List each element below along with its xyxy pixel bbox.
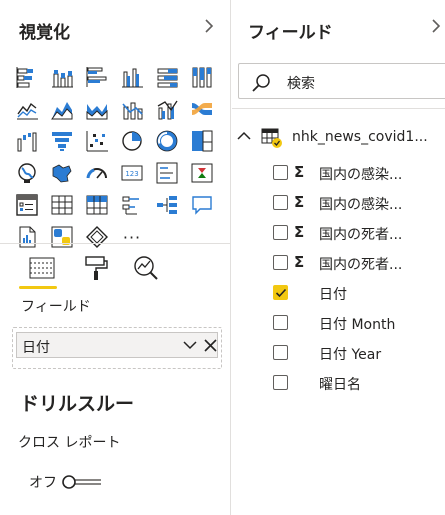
slicer-icon[interactable] — [15, 193, 39, 217]
field-label: 日付 — [319, 287, 347, 303]
kpi-icon[interactable] — [190, 161, 214, 185]
visualizations-pane: 視覚化 123 ··· フィールド 日付 ドリルスルー クロス レポート オフ — [0, 0, 231, 515]
sigma-icon: Σ — [294, 223, 305, 241]
fields-pane: フィールド 検索 nhk_news_covid1... Σ 国内の感染... Σ 国内… — [232, 0, 445, 515]
field-label: 国内の死者... — [319, 227, 403, 243]
pane-tabs — [15, 252, 215, 290]
cross-report-label: クロス レポート — [18, 435, 121, 451]
search-icon — [252, 74, 270, 92]
card-icon[interactable]: 123 — [120, 161, 144, 185]
field-label: 国内の感染... — [319, 197, 403, 213]
field-item[interactable]: Σ 国内の死者... — [232, 220, 445, 246]
field-checkbox[interactable] — [273, 375, 288, 390]
fields-title: フィールド — [248, 23, 333, 43]
table-node[interactable]: nhk_news_covid1... — [232, 124, 445, 152]
field-checkbox[interactable] — [273, 285, 288, 300]
field-item[interactable]: Σ 国内の死者... — [232, 250, 445, 276]
stacked-bar-chart-icon[interactable] — [15, 65, 39, 89]
table-icon — [261, 128, 282, 148]
ribbon-chart-icon[interactable] — [190, 97, 214, 121]
key-influencers-icon[interactable] — [120, 193, 144, 217]
more-visuals-icon[interactable]: ··· — [120, 225, 144, 249]
power-apps-icon[interactable] — [85, 225, 109, 249]
sigma-icon: Σ — [294, 163, 305, 181]
chevron-right-icon[interactable] — [430, 18, 442, 39]
waterfall-chart-icon[interactable] — [15, 129, 39, 153]
field-label: 日付 Month — [319, 317, 396, 333]
close-icon[interactable] — [201, 336, 219, 354]
format-tab-icon[interactable] — [79, 252, 113, 284]
drillthrough-title: ドリルスルー — [20, 393, 135, 415]
table-icon[interactable] — [50, 193, 74, 217]
line-and-stacked-column-chart-icon[interactable] — [120, 97, 144, 121]
field-well[interactable]: 日付 — [12, 327, 222, 369]
stacked-column-chart-icon[interactable] — [50, 65, 74, 89]
sigma-icon: Σ — [294, 193, 305, 211]
line-chart-icon[interactable] — [15, 97, 39, 121]
field-label: 国内の感染... — [319, 167, 403, 183]
clustered-bar-chart-icon[interactable] — [85, 65, 109, 89]
100-percent-stacked-column-chart-icon[interactable] — [190, 65, 214, 89]
field-section-label: フィールド — [21, 299, 91, 315]
field-checkbox[interactable] — [273, 165, 288, 180]
analytics-tab-icon[interactable] — [129, 252, 163, 284]
pie-chart-icon[interactable] — [120, 129, 144, 153]
field-checkbox[interactable] — [273, 345, 288, 360]
field-checkbox[interactable] — [273, 225, 288, 240]
paginated-report-icon[interactable] — [15, 225, 39, 249]
area-chart-icon[interactable] — [50, 97, 74, 121]
field-item[interactable]: 日付 Year — [232, 340, 445, 366]
chevron-right-icon[interactable] — [203, 18, 215, 39]
field-well-value: 日付 — [22, 340, 50, 356]
field-label: 日付 Year — [319, 347, 382, 363]
field-checkbox[interactable] — [273, 255, 288, 270]
python-visual-icon[interactable] — [50, 225, 74, 249]
filled-map-icon[interactable] — [50, 161, 74, 185]
visualizations-header: 視覚化 — [0, 0, 230, 50]
field-item[interactable]: Σ 国内の感染... — [232, 190, 445, 216]
field-label: 国内の死者... — [319, 257, 403, 273]
field-checkbox[interactable] — [273, 195, 288, 210]
visualizations-title: 視覚化 — [19, 23, 70, 43]
multi-row-card-icon[interactable] — [155, 161, 179, 185]
stacked-area-chart-icon[interactable] — [85, 97, 109, 121]
divider — [232, 108, 445, 109]
gauge-icon[interactable] — [85, 161, 109, 185]
donut-chart-icon[interactable] — [155, 129, 179, 153]
visual-type-gallery: 123 ··· — [15, 65, 225, 251]
field-item[interactable]: 日付 — [232, 280, 445, 306]
chevron-up-icon[interactable] — [236, 128, 252, 144]
treemap-icon[interactable] — [190, 129, 214, 153]
divider — [0, 243, 231, 244]
matrix-icon[interactable] — [85, 193, 109, 217]
decomposition-tree-icon[interactable] — [155, 193, 179, 217]
qa-icon[interactable] — [190, 193, 214, 217]
field-item[interactable]: 日付 Month — [232, 310, 445, 336]
scatter-chart-icon[interactable] — [85, 129, 109, 153]
field-label: 曜日名 — [319, 377, 361, 393]
line-and-clustered-column-chart-icon[interactable] — [155, 97, 179, 121]
cross-report-toggle[interactable] — [61, 474, 103, 490]
toggle-state-label: オフ — [29, 475, 57, 491]
field-checkbox[interactable] — [273, 315, 288, 330]
sigma-icon: Σ — [294, 253, 305, 271]
search-placeholder: 検索 — [287, 76, 315, 92]
field-well-pill[interactable]: 日付 — [16, 332, 218, 358]
table-name: nhk_news_covid1... — [292, 129, 428, 145]
field-item[interactable]: 曜日名 — [232, 370, 445, 396]
map-icon[interactable] — [15, 161, 39, 185]
fields-tab-icon[interactable] — [25, 252, 59, 284]
funnel-chart-icon[interactable] — [50, 129, 74, 153]
active-tab-indicator — [19, 286, 57, 289]
chevron-down-icon[interactable] — [181, 336, 199, 354]
clustered-column-chart-icon[interactable] — [120, 65, 144, 89]
100-percent-stacked-bar-chart-icon[interactable] — [155, 65, 179, 89]
field-item[interactable]: Σ 国内の感染... — [232, 160, 445, 186]
svg-text:123: 123 — [125, 170, 138, 178]
fields-search-input[interactable]: 検索 — [238, 63, 445, 99]
